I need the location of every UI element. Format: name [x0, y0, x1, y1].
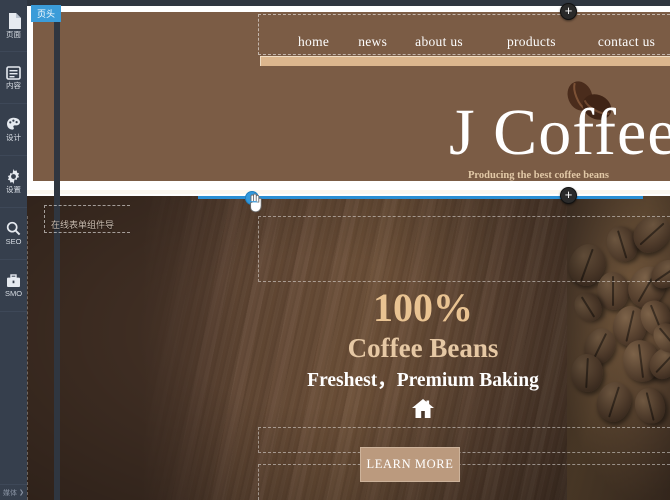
nav-item-contact-us[interactable]: contact us: [598, 34, 655, 50]
briefcase-icon: [6, 274, 21, 288]
hero-copy: 100% Coffee Beans Freshest，Premium Bakin…: [258, 286, 588, 393]
sidebar-item-seo[interactable]: SEO: [0, 208, 27, 260]
hero-placeholder-middle[interactable]: [258, 427, 670, 453]
nav-item-about-us[interactable]: about us: [415, 34, 463, 50]
selected-section-tab-label: 页头: [37, 9, 56, 19]
page-icon: [7, 12, 21, 29]
sidebar-item-smo[interactable]: SMO: [0, 260, 27, 312]
sidebar-item-page[interactable]: 页面: [0, 0, 27, 52]
nav-item-products[interactable]: products: [507, 34, 556, 50]
hero-placeholder-bottom[interactable]: [258, 464, 670, 500]
hand-cursor-icon: [247, 193, 263, 218]
site-logo[interactable]: J Coffee Producing the best coffee beans: [407, 70, 670, 181]
sidebar-item-page-label: 页面: [6, 29, 21, 39]
sidebar-item-settings[interactable]: 设置: [0, 156, 27, 208]
sidebar-item-settings-label: 设置: [6, 185, 21, 195]
learn-more-label: LEARN MORE: [366, 457, 454, 471]
sidebar-item-design[interactable]: 设计: [0, 104, 27, 156]
sidebar-media-label: 媒体: [2, 489, 17, 497]
sidebar-item-design-label: 设计: [6, 133, 21, 143]
site-hero-section[interactable]: 在线表单组件导 100% Coffee Beans Freshest，Premi…: [27, 196, 670, 500]
left-sidebar: 页面 内容 设计 设置 SEO SMO 媒体 ❯: [0, 0, 27, 500]
gear-icon: [6, 169, 21, 185]
page-left-white-strip: [27, 0, 33, 181]
add-section-button-top[interactable]: +: [560, 3, 577, 20]
content-icon: [6, 65, 21, 80]
palette-icon: [6, 117, 21, 132]
home-icon: [411, 399, 435, 423]
hero-home-icon-wrap[interactable]: [258, 398, 588, 424]
sidebar-item-seo-label: SEO: [5, 237, 22, 247]
chevron-right-icon: ❯: [18, 490, 25, 496]
plus-icon: +: [564, 187, 573, 202]
logo-tagline: Producing the best coffee beans: [468, 170, 609, 181]
hero-left-guide: [27, 216, 28, 500]
hero-subject: Coffee Beans: [347, 333, 499, 363]
hero-placeholder-top[interactable]: [258, 216, 670, 282]
nav-item-home[interactable]: home: [298, 34, 329, 50]
sidebar-media-toggle[interactable]: 媒体 ❯: [0, 484, 27, 500]
app-root: 页面 内容 设计 设置 SEO SMO 媒体 ❯ home news about…: [0, 0, 670, 500]
sidebar-item-content-label: 内容: [6, 80, 21, 90]
search-icon: [6, 221, 21, 236]
nav-accent-bar: [260, 56, 670, 66]
canvas-left-gutter: [54, 0, 60, 500]
editor-canvas[interactable]: home news about us products contact us J…: [27, 0, 670, 500]
hero-slogan: Freshest，Premium Baking: [307, 370, 539, 391]
site-header-section[interactable]: home news about us products contact us J…: [27, 6, 670, 181]
site-nav: home news about us products contact us: [258, 28, 670, 56]
add-section-button-middle[interactable]: +: [560, 187, 577, 204]
logo-text: J Coffee: [449, 96, 670, 169]
selected-section-tab[interactable]: 页头: [31, 5, 62, 22]
plus-icon: +: [564, 3, 573, 18]
nav-item-news[interactable]: news: [358, 34, 387, 50]
learn-more-button[interactable]: LEARN MORE: [360, 447, 460, 482]
sidebar-item-smo-label: SMO: [4, 288, 23, 298]
hero-percent: 100%: [373, 285, 473, 330]
form-widget-label: 在线表单组件导: [51, 220, 115, 230]
sidebar-item-content[interactable]: 内容: [0, 52, 27, 104]
